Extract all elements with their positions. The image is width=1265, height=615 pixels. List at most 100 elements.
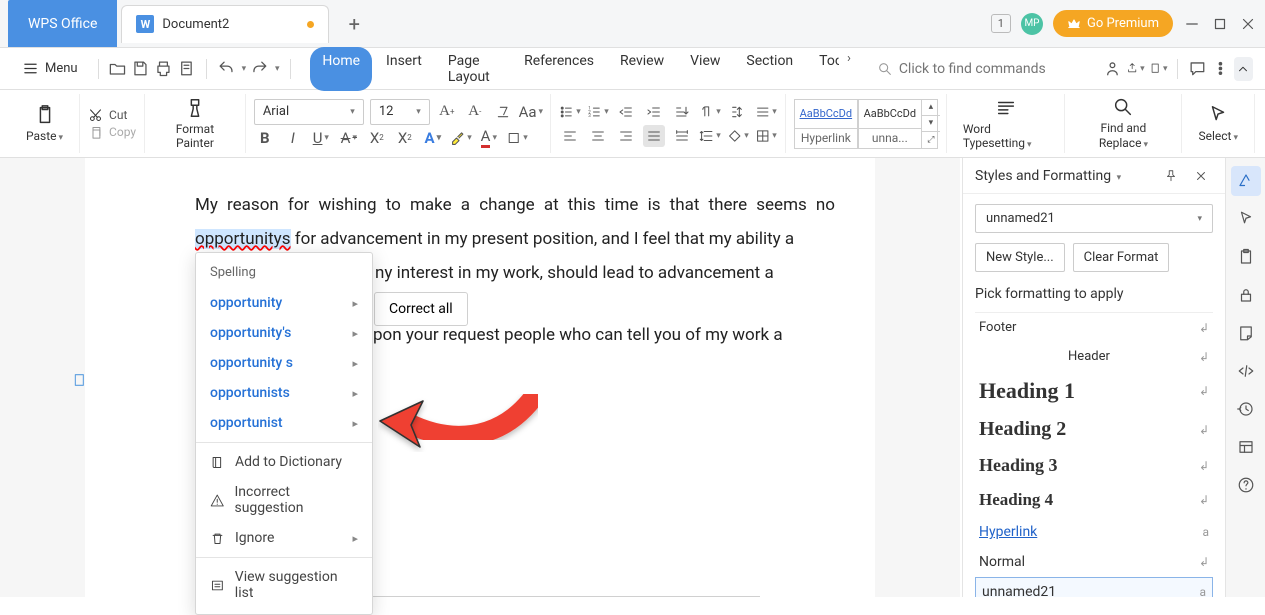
style-heading-2[interactable]: Heading 2↲ bbox=[975, 411, 1213, 448]
word-typesetting-button[interactable]: Word Typesetting▾ bbox=[955, 93, 1057, 154]
decrease-indent-icon[interactable] bbox=[615, 101, 637, 123]
tabs-overflow[interactable]: › bbox=[841, 47, 857, 71]
window-counter[interactable]: 1 bbox=[991, 14, 1011, 33]
redo-dropdown[interactable]: ▾ bbox=[275, 64, 280, 74]
suggestion-opportunitys-apos[interactable]: opportunity's▸ bbox=[196, 318, 372, 348]
tab-settings-icon[interactable]: ▾ bbox=[755, 101, 777, 123]
style-heading-1[interactable]: Heading 1↲ bbox=[975, 371, 1213, 411]
clear-format-button[interactable]: Clear Format bbox=[1073, 243, 1170, 272]
borders-icon[interactable]: ▾ bbox=[755, 125, 777, 147]
decrease-font-icon[interactable]: A- bbox=[464, 101, 486, 123]
font-color-icon[interactable]: A▾ bbox=[478, 127, 500, 149]
select-button[interactable]: Select▾ bbox=[1190, 100, 1246, 147]
print-preview-icon[interactable] bbox=[177, 57, 196, 81]
clear-format-icon[interactable] bbox=[492, 101, 514, 123]
font-family-combo[interactable]: Arial▾ bbox=[254, 99, 364, 125]
current-style-combo[interactable]: unnamed21▾ bbox=[975, 204, 1213, 233]
new-style-button[interactable]: New Style... bbox=[975, 243, 1065, 272]
document-area[interactable]: ▾ My reason for wishing to make a change… bbox=[0, 158, 960, 597]
tab-tools[interactable]: Tools bbox=[807, 47, 839, 91]
tab-home[interactable]: Home bbox=[310, 47, 372, 91]
paragraph-1[interactable]: My reason for wishing to make a change a… bbox=[195, 188, 835, 256]
suggestion-opportunity[interactable]: opportunity▸ bbox=[196, 288, 372, 318]
style-footer[interactable]: Footer↲ bbox=[975, 313, 1213, 342]
tab-review[interactable]: Review bbox=[608, 47, 676, 91]
font-size-combo[interactable]: 12▾ bbox=[370, 99, 430, 125]
rail-layout-icon[interactable] bbox=[1231, 432, 1261, 462]
suggestion-opportunists[interactable]: opportunists▸ bbox=[196, 378, 372, 408]
collapse-ribbon[interactable] bbox=[1234, 57, 1253, 81]
more-icon[interactable] bbox=[1211, 57, 1230, 81]
shading-icon[interactable]: ▾ bbox=[506, 127, 528, 149]
bullets-icon[interactable]: ▾ bbox=[559, 101, 581, 123]
align-justify-icon[interactable] bbox=[643, 125, 665, 147]
view-suggestion-list[interactable]: View suggestion list bbox=[196, 562, 372, 608]
align-left-icon[interactable] bbox=[559, 125, 581, 147]
user-avatar[interactable]: MP bbox=[1021, 13, 1043, 35]
command-search[interactable] bbox=[877, 61, 1099, 77]
style-heading-4[interactable]: Heading 4↲ bbox=[975, 483, 1213, 517]
suggestion-opportunity-s[interactable]: opportunity s▸ bbox=[196, 348, 372, 378]
close-window-button[interactable] bbox=[1239, 15, 1257, 33]
app-name-badge[interactable]: WPS Office bbox=[8, 0, 117, 47]
pin-icon[interactable] bbox=[1159, 164, 1183, 188]
style-header[interactable]: Header↲ bbox=[975, 342, 1213, 371]
fill-color-icon[interactable]: ▾ bbox=[727, 125, 749, 147]
ignore-item[interactable]: Ignore▸ bbox=[196, 523, 372, 553]
page-setup-icon[interactable]: ▾ bbox=[1149, 57, 1168, 81]
tab-references[interactable]: References bbox=[512, 47, 606, 91]
strikethrough-icon[interactable]: A▾ bbox=[338, 127, 360, 149]
open-icon[interactable] bbox=[108, 57, 127, 81]
align-right-icon[interactable] bbox=[615, 125, 637, 147]
tab-view[interactable]: View bbox=[678, 47, 732, 91]
bold-icon[interactable]: B bbox=[254, 127, 276, 149]
tab-insert[interactable]: Insert bbox=[374, 47, 434, 91]
correct-all-button[interactable]: Correct all bbox=[374, 292, 468, 326]
increase-indent-icon[interactable] bbox=[643, 101, 665, 123]
sort-icon[interactable] bbox=[671, 101, 693, 123]
line-spacing-icon-top[interactable] bbox=[727, 101, 749, 123]
underline-icon[interactable]: U▾ bbox=[310, 127, 332, 149]
find-replace-button[interactable]: Find and Replace▾ bbox=[1073, 92, 1173, 154]
rail-clipboard-icon[interactable] bbox=[1231, 242, 1261, 272]
new-tab-button[interactable]: + bbox=[339, 9, 369, 39]
redo-icon[interactable] bbox=[250, 57, 269, 81]
rail-select-icon[interactable] bbox=[1231, 204, 1261, 234]
numbering-icon[interactable]: 123▾ bbox=[587, 101, 609, 123]
rail-code-icon[interactable] bbox=[1231, 356, 1261, 386]
rail-help-icon[interactable] bbox=[1231, 470, 1261, 500]
paste-button[interactable]: Paste▾ bbox=[18, 100, 71, 147]
undo-dropdown[interactable]: ▾ bbox=[242, 64, 247, 74]
subscript-icon[interactable]: X2 bbox=[394, 127, 416, 149]
rail-history-icon[interactable] bbox=[1231, 394, 1261, 424]
incorrect-suggestion[interactable]: Incorrect suggestion bbox=[196, 477, 372, 523]
styles-down[interactable]: ▾ bbox=[922, 115, 940, 131]
line-spacing-icon[interactable]: ▾ bbox=[699, 125, 721, 147]
command-search-input[interactable] bbox=[899, 61, 1099, 77]
go-premium-button[interactable]: Go Premium bbox=[1053, 10, 1173, 37]
style-hyperlink-row[interactable]: Hyperlinka bbox=[975, 517, 1213, 547]
align-center-icon[interactable] bbox=[587, 125, 609, 147]
styles-panel-title[interactable]: Styles and Formatting ▾ bbox=[975, 168, 1153, 184]
rail-styles-icon[interactable] bbox=[1231, 166, 1261, 196]
rail-note-icon[interactable] bbox=[1231, 318, 1261, 348]
close-panel-icon[interactable] bbox=[1189, 164, 1213, 188]
text-effects-icon[interactable]: A▾ bbox=[422, 127, 444, 149]
highlight-icon[interactable]: ▾ bbox=[450, 127, 472, 149]
style-unnamed21[interactable]: unnamed21a bbox=[975, 577, 1213, 597]
style-heading-3[interactable]: Heading 3↲ bbox=[975, 448, 1213, 483]
distributed-icon[interactable] bbox=[671, 125, 693, 147]
italic-icon[interactable]: I bbox=[282, 127, 304, 149]
export-icon[interactable]: ▾ bbox=[1126, 57, 1145, 81]
text-direction-icon[interactable]: ▾ bbox=[699, 101, 721, 123]
format-painter-button[interactable]: Format Painter bbox=[153, 93, 237, 155]
rail-lock-icon[interactable] bbox=[1231, 280, 1261, 310]
menu-button[interactable]: Menu bbox=[12, 54, 88, 83]
style-normal[interactable]: Normal↲ bbox=[975, 547, 1213, 577]
styles-up[interactable]: ▴ bbox=[922, 100, 940, 115]
save-icon[interactable] bbox=[131, 57, 150, 81]
suggestion-opportunist[interactable]: opportunist▸ bbox=[196, 408, 372, 438]
share-icon[interactable] bbox=[1103, 57, 1122, 81]
comment-icon[interactable] bbox=[1188, 57, 1207, 81]
style-hyperlink[interactable]: AaBbCcDd Hyperlink bbox=[794, 99, 858, 149]
